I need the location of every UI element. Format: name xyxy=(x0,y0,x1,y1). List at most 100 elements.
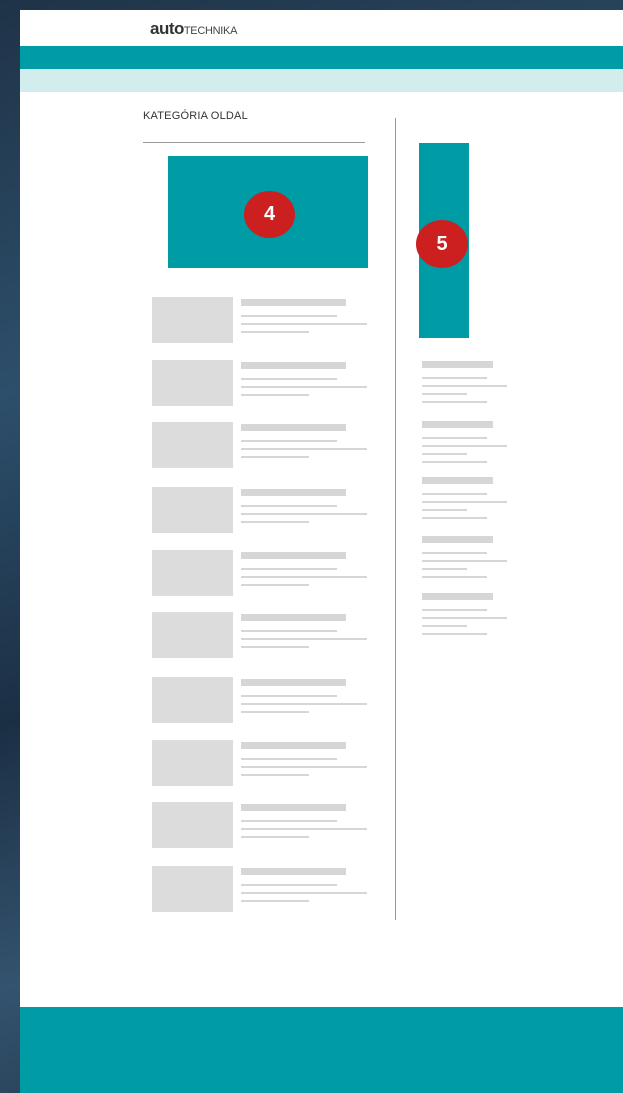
article-text-placeholder xyxy=(241,711,309,713)
article-title-placeholder[interactable] xyxy=(241,804,346,811)
article-title-placeholder[interactable] xyxy=(241,362,346,369)
article-text-placeholder xyxy=(241,386,367,388)
article-text-placeholder xyxy=(241,394,309,396)
article-text-placeholder xyxy=(241,456,309,458)
article-text-placeholder xyxy=(241,630,337,632)
article-list-item[interactable] xyxy=(152,550,368,596)
article-text-placeholder xyxy=(241,584,309,586)
logo-light-text: TECHNIKA xyxy=(183,25,238,37)
article-title-placeholder[interactable] xyxy=(241,614,346,621)
article-text-placeholder xyxy=(241,820,337,822)
article-thumbnail[interactable] xyxy=(152,740,233,786)
article-thumbnail[interactable] xyxy=(152,866,233,912)
article-text-placeholder xyxy=(241,828,367,830)
article-list-item[interactable] xyxy=(152,487,368,533)
column-divider xyxy=(395,118,396,920)
article-list-item[interactable] xyxy=(152,740,368,786)
article-list-item[interactable] xyxy=(152,612,368,658)
sidebar-title-placeholder[interactable] xyxy=(422,421,493,428)
article-title-placeholder[interactable] xyxy=(241,489,346,496)
article-text-placeholder xyxy=(241,513,367,515)
sidebar-text-placeholder xyxy=(422,453,467,455)
article-text-placeholder xyxy=(241,331,309,333)
sidebar-position-marker: 5 xyxy=(416,220,468,268)
article-thumbnail[interactable] xyxy=(152,422,233,468)
sidebar-text-placeholder xyxy=(422,437,487,439)
article-text-placeholder xyxy=(241,703,367,705)
article-list-item[interactable] xyxy=(152,802,368,848)
header: autoTECHNIKA xyxy=(20,10,623,46)
sidebar-text-placeholder xyxy=(422,401,487,403)
sidebar-text-placeholder xyxy=(422,517,487,519)
article-text-placeholder xyxy=(241,892,367,894)
page-title: KATEGÓRIA OLDAL xyxy=(143,110,248,122)
sidebar-list-item[interactable] xyxy=(422,477,512,521)
article-list-item[interactable] xyxy=(152,677,368,723)
sidebar-text-placeholder xyxy=(422,625,467,627)
sidebar-title-placeholder[interactable] xyxy=(422,477,493,484)
sidebar-list-item[interactable] xyxy=(422,421,512,465)
footer xyxy=(20,1007,623,1093)
logo-bold-text: auto xyxy=(150,19,184,38)
sidebar-text-placeholder xyxy=(422,568,467,570)
sidebar-title-placeholder[interactable] xyxy=(422,536,493,543)
article-text-placeholder xyxy=(241,766,367,768)
sidebar-text-placeholder xyxy=(422,560,507,562)
sidebar-text-placeholder xyxy=(422,393,467,395)
article-text-placeholder xyxy=(241,378,337,380)
sidebar-text-placeholder xyxy=(422,617,507,619)
article-title-placeholder[interactable] xyxy=(241,742,346,749)
sidebar-title-placeholder[interactable] xyxy=(422,593,493,600)
article-text-placeholder xyxy=(241,440,337,442)
sidebar-list-item[interactable] xyxy=(422,536,512,580)
article-text-placeholder xyxy=(241,884,337,886)
sidebar-text-placeholder xyxy=(422,461,487,463)
article-text-placeholder xyxy=(241,521,309,523)
article-text-placeholder xyxy=(241,448,367,450)
sidebar-text-placeholder xyxy=(422,501,507,503)
article-text-placeholder xyxy=(241,323,367,325)
article-thumbnail[interactable] xyxy=(152,550,233,596)
article-text-placeholder xyxy=(241,638,367,640)
article-list-item[interactable] xyxy=(152,866,368,912)
sidebar-text-placeholder xyxy=(422,445,507,447)
sub-navigation-bar[interactable] xyxy=(20,69,623,92)
article-text-placeholder xyxy=(241,758,337,760)
article-title-placeholder[interactable] xyxy=(241,868,346,875)
article-thumbnail[interactable] xyxy=(152,677,233,723)
article-text-placeholder xyxy=(241,576,367,578)
main-navigation-bar[interactable] xyxy=(20,46,623,69)
article-text-placeholder xyxy=(241,695,337,697)
page-wireframe: autoTECHNIKA KATEGÓRIA OLDAL 4 5 xyxy=(20,10,623,1093)
sidebar-text-placeholder xyxy=(422,633,487,635)
sidebar-text-placeholder xyxy=(422,609,487,611)
article-thumbnail[interactable] xyxy=(152,802,233,848)
article-title-placeholder[interactable] xyxy=(241,679,346,686)
article-text-placeholder xyxy=(241,505,337,507)
banner-position-marker: 4 xyxy=(244,191,295,238)
sidebar-text-placeholder xyxy=(422,509,467,511)
article-title-placeholder[interactable] xyxy=(241,299,346,306)
article-list-item[interactable] xyxy=(152,297,368,343)
sidebar-text-placeholder xyxy=(422,385,507,387)
article-text-placeholder xyxy=(241,836,309,838)
sidebar-text-placeholder xyxy=(422,377,487,379)
site-logo[interactable]: autoTECHNIKA xyxy=(150,20,237,40)
sidebar-list-item[interactable] xyxy=(422,361,512,405)
title-divider xyxy=(143,142,365,143)
article-title-placeholder[interactable] xyxy=(241,552,346,559)
article-text-placeholder xyxy=(241,568,337,570)
sidebar-list-item[interactable] xyxy=(422,593,512,637)
sidebar-title-placeholder[interactable] xyxy=(422,361,493,368)
article-text-placeholder xyxy=(241,646,309,648)
article-thumbnail[interactable] xyxy=(152,360,233,406)
article-list-item[interactable] xyxy=(152,360,368,406)
article-thumbnail[interactable] xyxy=(152,612,233,658)
article-text-placeholder xyxy=(241,900,309,902)
article-thumbnail[interactable] xyxy=(152,487,233,533)
article-text-placeholder xyxy=(241,315,337,317)
article-thumbnail[interactable] xyxy=(152,297,233,343)
article-title-placeholder[interactable] xyxy=(241,424,346,431)
sidebar-text-placeholder xyxy=(422,576,487,578)
article-list-item[interactable] xyxy=(152,422,368,468)
